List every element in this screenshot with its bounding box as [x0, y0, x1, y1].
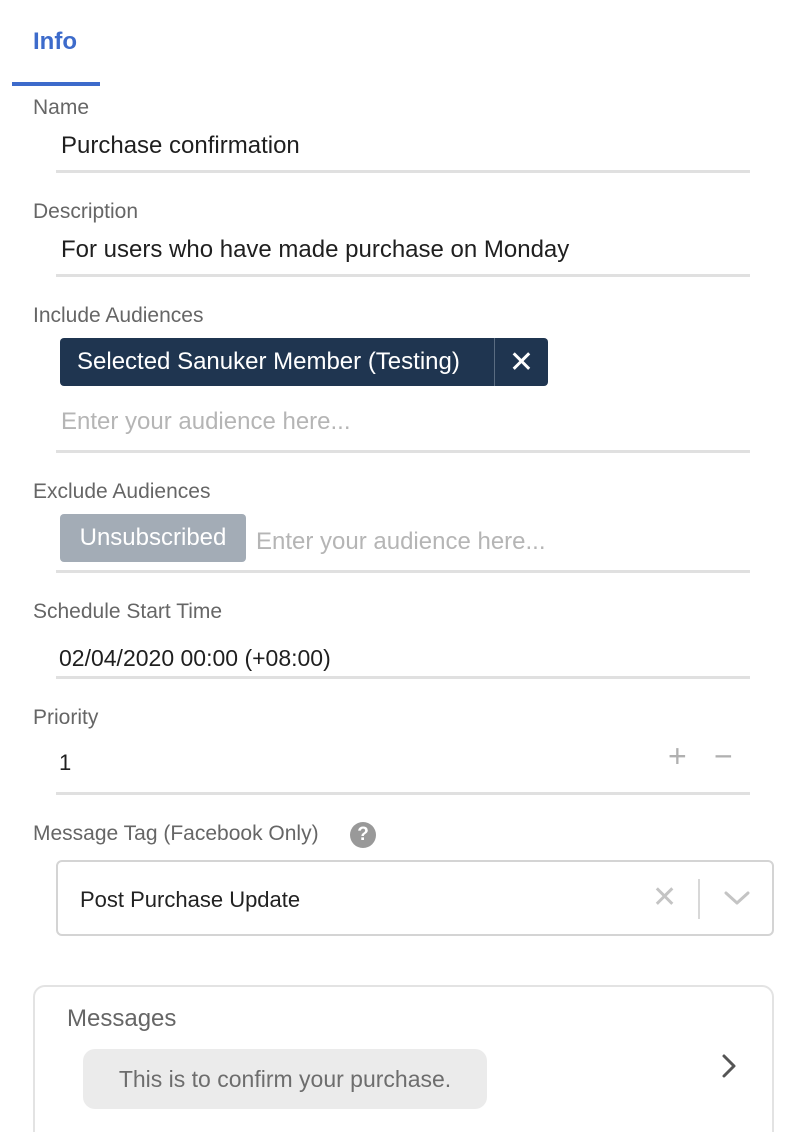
- message-tag-label: Message Tag (Facebook Only): [33, 822, 319, 845]
- clear-icon[interactable]: ✕: [652, 881, 677, 915]
- help-icon[interactable]: ?: [350, 822, 376, 848]
- message-tag-selected-value: Post Purchase Update: [80, 887, 301, 912]
- close-icon[interactable]: ✕: [495, 338, 548, 386]
- message-tag-select[interactable]: Post Purchase Update ✕: [56, 860, 774, 936]
- messages-card: Messages This is to confirm your purchas…: [33, 985, 774, 1132]
- name-label: Name: [33, 96, 90, 119]
- include-audience-chip-label: Selected Sanuker Member (Testing): [77, 348, 460, 375]
- plus-icon[interactable]: +: [668, 740, 687, 772]
- select-separator: [698, 879, 700, 919]
- exclude-audience-chip[interactable]: Unsubscribed: [60, 514, 246, 562]
- include-audience-chip: Selected Sanuker Member (Testing) ✕: [60, 338, 548, 386]
- exclude-audiences-label: Exclude Audiences: [33, 480, 211, 503]
- exclude-audience-input[interactable]: Enter your audience here...: [256, 528, 546, 556]
- include-audience-input[interactable]: Enter your audience here...: [61, 408, 351, 436]
- priority-label: Priority: [33, 706, 99, 729]
- include-audiences-label: Include Audiences: [33, 304, 204, 327]
- tab-active-indicator: [12, 82, 100, 86]
- priority-underline: [56, 792, 750, 795]
- description-label: Description: [33, 200, 139, 223]
- tab-info-label: Info: [33, 28, 77, 55]
- schedule-start-label: Schedule Start Time: [33, 600, 223, 623]
- name-input[interactable]: Purchase confirmation: [61, 132, 300, 160]
- chevron-down-icon[interactable]: [724, 890, 750, 911]
- name-underline: [56, 170, 750, 173]
- include-audiences-underline: [56, 450, 750, 453]
- schedule-start-input[interactable]: 02/04/2020 00:00 (+08:00): [59, 645, 331, 672]
- chevron-right-icon[interactable]: [721, 1053, 737, 1084]
- description-underline: [56, 274, 750, 277]
- message-bubble[interactable]: This is to confirm your purchase.: [83, 1049, 487, 1109]
- messages-title: Messages: [67, 1005, 177, 1032]
- schedule-underline: [56, 676, 750, 679]
- priority-input[interactable]: 1: [59, 750, 71, 776]
- description-input[interactable]: For users who have made purchase on Mond…: [61, 236, 569, 264]
- exclude-audiences-underline: [56, 570, 750, 573]
- tab-info[interactable]: Info: [12, 20, 100, 86]
- minus-icon[interactable]: −: [714, 740, 733, 772]
